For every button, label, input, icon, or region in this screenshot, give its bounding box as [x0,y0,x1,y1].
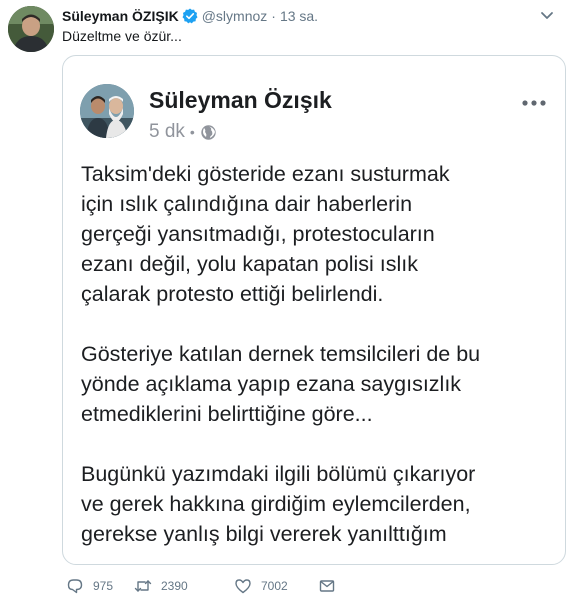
fb-line: ezanı değil, yolu kapatan polisi ıslık [81,252,419,276]
tweet-header: Süleyman ÖZIŞIK @slymnoz · 13 sa. [62,6,318,26]
fb-line: etmediklerini belirttiğine göre... [81,402,373,426]
fb-line: Taksim'deki gösteride ezanı susturmak [81,162,450,186]
retweet-button[interactable]: 2390 [134,577,214,595]
globe-icon [200,124,217,141]
fb-post-body: Taksim'deki gösteride ezanı susturmak iç… [81,159,561,564]
fb-author-name: Süleyman Özışık [149,87,332,113]
fb-line: Bugünkü yazımdaki ilgili bölümü çıkarıyo… [81,462,476,486]
retweet-count: 2390 [161,579,188,593]
fb-paragraph-1: Taksim'deki gösteride ezanı susturmak iç… [81,159,561,309]
tweet[interactable]: Süleyman ÖZIŞIK @slymnoz · 13 sa. Düzelt… [0,0,566,603]
chevron-down-icon[interactable] [538,6,556,24]
tweet-text: Düzeltme ve özür... [62,28,182,44]
reply-button[interactable]: 975 [66,577,114,595]
fb-line: çalarak protesto ettiği belirlendi. [81,282,384,306]
tweet-timestamp[interactable]: 13 sa. [280,8,318,24]
retweet-icon [134,580,152,592]
fb-paragraph-3: Bugünkü yazımdaki ilgili bölümü çıkarıyo… [81,459,561,549]
like-count: 7002 [261,579,288,593]
embedded-screenshot[interactable]: Süleyman Özışık 5 dk • Taksim'deki göste… [62,55,566,565]
fb-line: Gösteriye katılan dernek temsilcileri de… [81,342,481,366]
header-separator: · [271,8,276,24]
reply-count: 975 [93,579,114,593]
author-handle[interactable]: @slymnoz [202,8,268,24]
fb-post-time: 5 dk [149,121,185,142]
reply-icon [67,579,83,594]
fb-line: için ıslık çalındığına dair haberlerin [81,192,413,216]
author-avatar[interactable] [8,6,54,52]
tweet-actions: 975 2390 7002 [66,574,365,598]
fb-meta-separator: • [189,124,195,140]
more-options-icon [521,94,547,106]
envelope-icon [319,580,335,592]
verified-badge-icon [182,8,198,24]
fb-author-avatar [80,84,134,138]
fb-line: gerekse yanlış bilgi vererek yanılttığım [81,522,447,546]
direct-message-button[interactable] [318,577,345,595]
fb-post-meta: 5 dk • [149,121,217,143]
fb-line: yönde açıklama yapıp ezana saygısızlık [81,372,462,396]
fb-paragraph-2: Gösteriye katılan dernek temsilcileri de… [81,339,561,429]
author-name[interactable]: Süleyman ÖZIŞIK [62,8,179,24]
like-button[interactable]: 7002 [234,577,298,595]
fb-line: gerçeği yansıtmadığı, protestocuların [81,222,435,246]
fb-line: ve gerek hakkına girdiğim eylemcilerden, [81,492,471,516]
heart-icon [235,579,251,594]
